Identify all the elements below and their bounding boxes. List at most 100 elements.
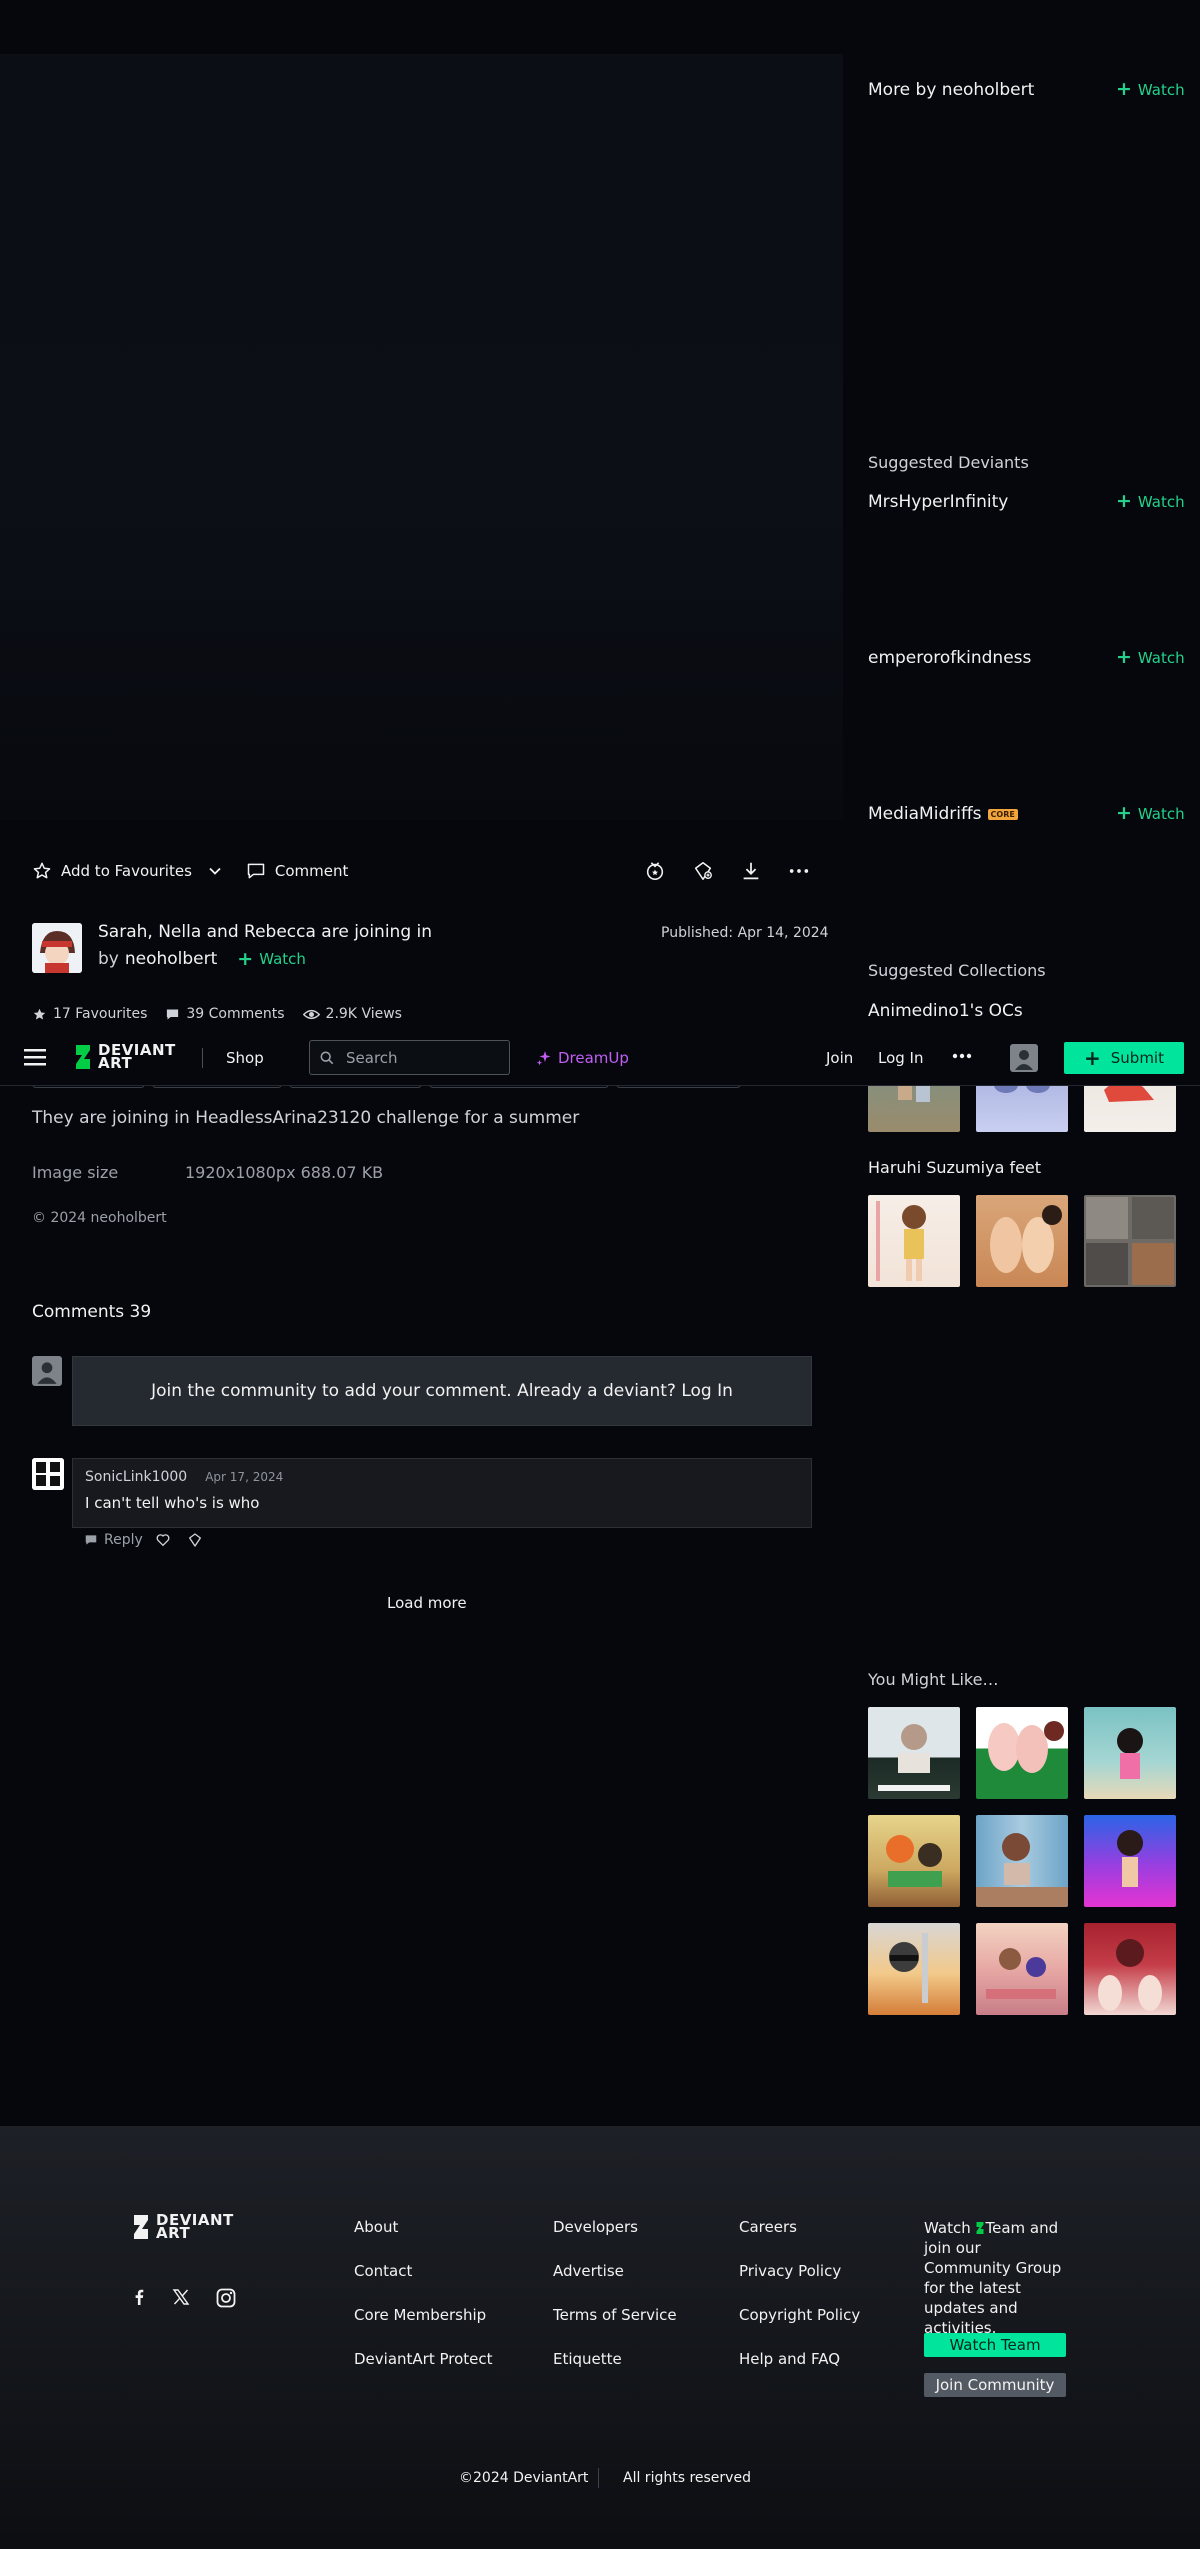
deviantart-logo-icon bbox=[132, 2213, 150, 2241]
load-more-button[interactable]: Load more bbox=[387, 1594, 467, 1612]
add-comment-box[interactable]: Join the community to add your comment. … bbox=[72, 1356, 812, 1426]
give-button[interactable] bbox=[690, 858, 716, 884]
recommended-thumbnail[interactable] bbox=[976, 1815, 1068, 1907]
watch-deviant-button[interactable]: + Watch bbox=[1116, 648, 1185, 667]
footer-logo[interactable]: DEVIANT ART bbox=[132, 2213, 244, 2241]
deviation-title: Sarah, Nella and Rebecca are joining in bbox=[98, 922, 433, 942]
footer-link-advertise[interactable]: Advertise bbox=[553, 2262, 624, 2280]
more-dots-icon bbox=[788, 860, 810, 882]
deviantart-logo[interactable]: DEVIANT ART bbox=[74, 1043, 186, 1071]
collection-thumbnail[interactable] bbox=[976, 1195, 1068, 1287]
collection-thumbnail[interactable] bbox=[1084, 1195, 1176, 1287]
star-icon bbox=[32, 861, 52, 881]
download-button[interactable] bbox=[738, 858, 764, 884]
user-avatar-button[interactable] bbox=[1010, 1044, 1038, 1072]
artwork-viewer[interactable] bbox=[0, 54, 843, 820]
recommended-thumbnail[interactable] bbox=[868, 1923, 960, 2015]
badge-button[interactable] bbox=[642, 858, 668, 884]
favourites-count[interactable]: 17 Favourites bbox=[53, 1006, 147, 1022]
search-box[interactable] bbox=[309, 1040, 510, 1075]
recommended-thumbnail[interactable] bbox=[1084, 1815, 1176, 1907]
watch-deviant-button[interactable]: + Watch bbox=[1116, 492, 1185, 511]
watch-author-inline-button[interactable]: + Watch bbox=[237, 949, 306, 969]
shop-link[interactable]: Shop bbox=[226, 1049, 264, 1067]
recommended-thumbnail[interactable] bbox=[868, 1707, 960, 1799]
suggested-deviant-name[interactable]: MediaMidriffs bbox=[868, 804, 982, 824]
watch-author-button[interactable]: + Watch bbox=[1116, 80, 1185, 99]
plus-icon: + bbox=[1116, 646, 1132, 668]
comment-username[interactable]: SonicLink1000 bbox=[85, 1469, 187, 1485]
footer-rights: All rights reserved bbox=[623, 2470, 751, 2486]
star-icon bbox=[32, 1007, 47, 1022]
heart-icon bbox=[155, 1532, 171, 1548]
comments-count[interactable]: 39 Comments bbox=[186, 1006, 284, 1022]
commenter-avatar[interactable] bbox=[32, 1458, 64, 1490]
suggested-deviant-name[interactable]: emperorofkindness bbox=[868, 648, 1031, 668]
badge-icon bbox=[644, 860, 666, 882]
comment-icon bbox=[246, 861, 266, 881]
image-size-value: 1920x1080px 688.07 KB bbox=[185, 1163, 384, 1182]
more-options-button[interactable] bbox=[786, 858, 812, 884]
suggested-deviant-name[interactable]: MrsHyperInfinity bbox=[868, 492, 1008, 512]
author-link[interactable]: neoholbert bbox=[125, 949, 217, 969]
like-comment-button[interactable] bbox=[155, 1532, 171, 1548]
footer-link-about[interactable]: About bbox=[354, 2218, 398, 2236]
instagram-link[interactable] bbox=[216, 2288, 236, 2308]
reply-button[interactable]: Reply bbox=[84, 1532, 143, 1548]
image-size-label: Image size bbox=[32, 1163, 119, 1182]
dreamup-link[interactable]: DreamUp bbox=[536, 1049, 629, 1067]
login-link[interactable]: Log In bbox=[878, 1049, 924, 1067]
hamburger-icon bbox=[24, 1047, 48, 1067]
gift-icon bbox=[187, 1532, 203, 1548]
plus-icon: + bbox=[1116, 490, 1132, 512]
favourites-dropdown-button[interactable] bbox=[202, 858, 228, 884]
watch-team-button[interactable]: Watch Team bbox=[924, 2333, 1066, 2357]
join-link[interactable]: Join bbox=[826, 1049, 853, 1067]
suggested-deviant: MediaMidriffs CORE bbox=[868, 804, 1018, 824]
nav-more-button[interactable] bbox=[952, 1052, 972, 1060]
author-avatar[interactable] bbox=[32, 923, 82, 973]
footer-link-terms-of-service[interactable]: Terms of Service bbox=[553, 2306, 677, 2324]
footer-link-careers[interactable]: Careers bbox=[739, 2218, 797, 2236]
comment-card: SonicLink1000 Apr 17, 2024 I can't tell … bbox=[72, 1458, 812, 1528]
plus-icon: + bbox=[1116, 802, 1132, 824]
footer-link-help-and-faq[interactable]: Help and FAQ bbox=[739, 2350, 840, 2368]
recommended-thumbnail[interactable] bbox=[976, 1707, 1068, 1799]
footer-link-copyright-policy[interactable]: Copyright Policy bbox=[739, 2306, 860, 2324]
menu-button[interactable] bbox=[24, 1047, 48, 1069]
join-community-button[interactable]: Join Community bbox=[924, 2373, 1066, 2397]
collection-title[interactable]: Haruhi Suzumiya feet bbox=[868, 1158, 1041, 1177]
collection-thumbnail[interactable] bbox=[868, 1195, 960, 1287]
more-dots-icon bbox=[952, 1052, 972, 1060]
footer-link-deviantart-protect[interactable]: DeviantArt Protect bbox=[354, 2350, 493, 2368]
recommended-thumbnail[interactable] bbox=[976, 1923, 1068, 2015]
facebook-icon bbox=[130, 2288, 148, 2306]
eye-icon bbox=[302, 1007, 320, 1022]
search-input[interactable] bbox=[344, 1047, 494, 1068]
suggested-collections-title: Suggested Collections bbox=[868, 961, 1046, 980]
watch-deviant-button[interactable]: + Watch bbox=[1116, 804, 1185, 823]
sidebar-panel bbox=[843, 54, 1200, 740]
comment-button[interactable]: Comment bbox=[246, 861, 348, 881]
comment-meta: SonicLink1000 Apr 17, 2024 bbox=[85, 1469, 283, 1485]
recommended-thumbnail[interactable] bbox=[1084, 1707, 1176, 1799]
give-comment-button[interactable] bbox=[187, 1532, 203, 1548]
footer-link-contact[interactable]: Contact bbox=[354, 2262, 412, 2280]
by-label: by bbox=[98, 949, 119, 969]
add-to-favourites-button[interactable]: Add to Favourites bbox=[32, 861, 192, 881]
x-icon bbox=[172, 2288, 190, 2306]
footer-link-privacy-policy[interactable]: Privacy Policy bbox=[739, 2262, 841, 2280]
core-badge: CORE bbox=[987, 808, 1018, 820]
collection-title[interactable]: Animedino1's OCs bbox=[868, 1001, 1023, 1021]
deviantart-logo-icon bbox=[74, 1043, 92, 1071]
footer-link-etiquette[interactable]: Etiquette bbox=[553, 2350, 622, 2368]
recommended-thumbnail[interactable] bbox=[1084, 1923, 1176, 2015]
comment-date[interactable]: Apr 17, 2024 bbox=[205, 1470, 283, 1484]
x-link[interactable] bbox=[172, 2288, 190, 2306]
chevron-down-icon bbox=[208, 864, 222, 878]
footer-link-developers[interactable]: Developers bbox=[553, 2218, 638, 2236]
footer-link-core-membership[interactable]: Core Membership bbox=[354, 2306, 486, 2324]
recommended-thumbnail[interactable] bbox=[868, 1815, 960, 1907]
facebook-link[interactable] bbox=[130, 2288, 148, 2306]
submit-button[interactable]: + Submit bbox=[1064, 1042, 1184, 1074]
